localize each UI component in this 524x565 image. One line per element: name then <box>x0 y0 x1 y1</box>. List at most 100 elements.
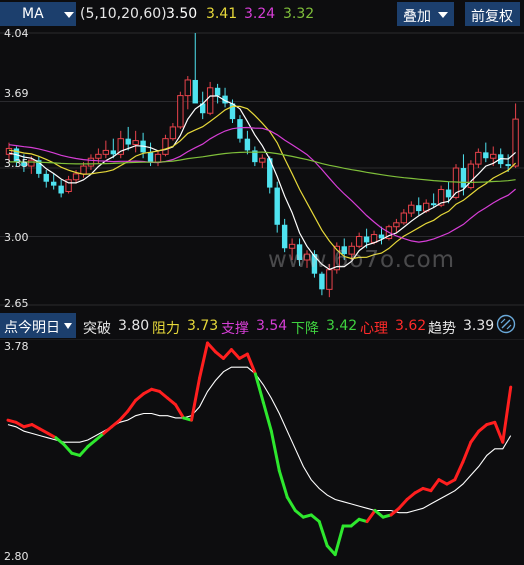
indicator-main-segment <box>317 520 329 548</box>
candle-body <box>102 149 110 155</box>
indicator-main-segment <box>389 506 401 517</box>
candle-body <box>483 152 489 159</box>
price-tick-top: 4.04 <box>4 27 29 40</box>
indicator-main-segment <box>373 509 385 519</box>
candle-body <box>355 236 363 247</box>
candle-body <box>192 79 198 104</box>
indicator-tick-bottom: 2.80 <box>4 550 29 563</box>
watermark: www.6o7o.com <box>268 247 456 273</box>
indicator-main-segment <box>293 509 305 519</box>
trend-value: 3.39 <box>463 318 495 334</box>
ma5-line <box>8 95 516 271</box>
indicator-main-segment <box>62 442 74 455</box>
resistance-value: 3.73 <box>187 318 219 334</box>
trend-key: 趋势 <box>428 321 456 337</box>
breakout-key: 突破 <box>83 321 111 337</box>
candle-body <box>125 138 131 145</box>
indicator-main-segment <box>166 396 178 407</box>
candle-body <box>445 189 452 198</box>
indicator-main-segment <box>477 423 489 433</box>
candle-body <box>430 203 437 206</box>
candle-body <box>460 168 467 188</box>
indicator-main-segment <box>453 460 465 482</box>
candle-body <box>244 138 251 151</box>
candle-body <box>237 119 243 139</box>
candle-body <box>28 159 35 167</box>
candle-body <box>51 181 57 186</box>
psychology-value: 3.62 <box>395 318 427 334</box>
candle-body <box>393 222 400 228</box>
indicator-selector[interactable]: 点今明日 <box>0 313 76 338</box>
candle-body <box>110 150 116 155</box>
candle-body <box>490 153 497 159</box>
candle-body <box>408 204 415 214</box>
candle-body <box>169 126 177 140</box>
indicator-main-segment <box>229 348 241 360</box>
indicator-bar: 突破 3.80 阻力 3.73 支撑 3.54 下降 3.42 心理 3.62 … <box>0 313 524 339</box>
candle-body <box>80 165 87 175</box>
candle-body <box>370 234 378 243</box>
decline-value: 3.42 <box>326 318 358 334</box>
candle-body <box>274 187 280 225</box>
candle-body <box>400 212 408 224</box>
candle-body <box>475 151 482 165</box>
support-key: 支撑 <box>221 321 249 337</box>
indicator-main-segment <box>261 401 273 433</box>
candle-body <box>95 153 102 159</box>
candle-body <box>132 140 139 146</box>
indicator-main-segment <box>365 509 377 524</box>
indicator-main-segment <box>253 372 265 405</box>
indicator-main-segment <box>174 403 186 420</box>
candle-body <box>378 234 385 239</box>
decline-key: 下降 <box>291 321 319 337</box>
indicator-main-segment <box>213 350 225 360</box>
candle-body <box>214 87 221 96</box>
indicator-main-segment <box>134 392 146 402</box>
indicator-main-segment <box>405 491 417 501</box>
price-tick-3: 3.35 <box>4 157 29 170</box>
indicator-main-segment <box>349 517 361 528</box>
support-value: 3.54 <box>256 318 288 334</box>
indicator-main-segment <box>190 376 202 422</box>
indicator-chart[interactable] <box>0 339 524 565</box>
candle-body <box>416 205 422 212</box>
indicator-main-segment <box>469 429 481 444</box>
indicator-selector-label: 点今明日 <box>4 320 60 336</box>
indicator-main-segment <box>397 497 409 510</box>
candle-body <box>43 173 49 182</box>
indicator-main-segment <box>429 478 441 493</box>
settings-dial-icon[interactable] <box>496 314 516 334</box>
candle-body <box>184 79 192 97</box>
indicator-main-segment <box>285 495 297 513</box>
indicator-main-segment <box>277 469 289 499</box>
indicator-main-segment <box>269 429 281 473</box>
indicator-main-segment <box>333 524 345 557</box>
selector-dropdown-icon <box>64 323 72 329</box>
indicator-main-segment <box>461 440 473 464</box>
resistance-key: 阻力 <box>152 321 180 337</box>
candle-body <box>319 273 325 290</box>
psychology-key: 心理 <box>360 321 388 337</box>
price-tick-4: 3.00 <box>4 231 29 244</box>
indicator-main-segment <box>493 420 505 444</box>
candle-body <box>147 152 154 163</box>
breakout-value: 3.80 <box>118 318 150 334</box>
indicator-main-segment <box>78 445 90 457</box>
indicator-main-segment <box>221 348 233 360</box>
indicator-main-segment <box>86 438 98 449</box>
candle-body <box>281 224 288 249</box>
candle-body <box>512 118 519 167</box>
candle-body <box>505 164 511 167</box>
candle-body <box>259 157 266 163</box>
indicator-main-segment <box>325 544 337 557</box>
indicator-main-segment <box>126 398 138 413</box>
candle-body <box>58 185 64 194</box>
candle-body <box>206 87 214 114</box>
indicator-main-segment <box>118 409 130 422</box>
candle-body <box>162 138 169 155</box>
indicator-main-segment <box>198 341 209 380</box>
candle-body <box>177 95 184 128</box>
indicator-main-segment <box>158 389 170 400</box>
candle-body <box>72 173 80 181</box>
candle-body <box>87 157 95 167</box>
